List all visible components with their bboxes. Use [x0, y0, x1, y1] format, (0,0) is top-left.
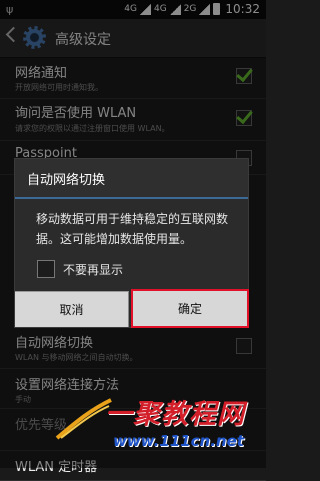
ok-button[interactable]: 确定 [131, 289, 249, 328]
dont-show-again-label[interactable]: 不要再显示 [63, 261, 123, 278]
dialog-message: 移动数据可用于维持稳定的互联网数据。这可能增加数据使用量。 [36, 212, 229, 246]
cancel-button[interactable]: 取消 [15, 291, 129, 327]
dialog-title: 自动网络切换 [27, 173, 106, 188]
dont-show-again-checkbox[interactable] [37, 260, 55, 278]
watermark: 一聚教程网 www.111cn.net [55, 382, 265, 462]
watermark-text: 一聚教程网 [105, 399, 245, 430]
auto-network-switch-dialog: 自动网络切换 移动数据可用于维持稳定的互联网数据。这可能增加数据使用量。 不要再… [14, 158, 249, 328]
watermark-url: www.111cn.net [113, 432, 244, 450]
dialog-header: 自动网络切换 [15, 159, 248, 199]
